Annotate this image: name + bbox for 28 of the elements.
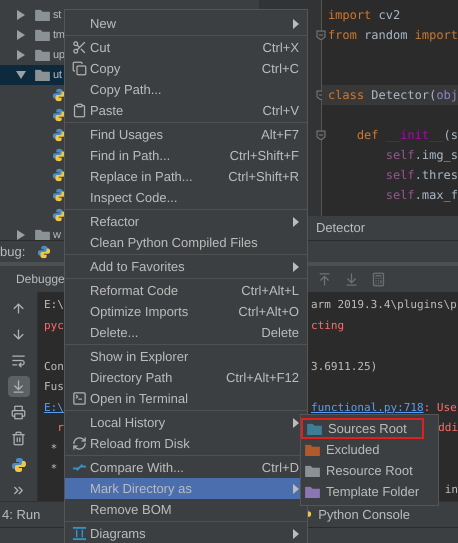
console-text: cting	[311, 318, 344, 334]
console-text: Fus	[44, 379, 64, 395]
folder-name: w	[53, 228, 61, 240]
folder-name: tm	[53, 28, 65, 43]
folder-name: st	[53, 8, 61, 23]
console-text: 3.6911.25)	[311, 358, 378, 374]
console-text: *	[50, 440, 58, 456]
console-text: arm 2019.3.4\plugins\p	[311, 297, 457, 313]
console-text: E:\	[44, 297, 64, 313]
code-line: import cv2	[326, 7, 402, 24]
submenu-label: Excluded	[326, 440, 380, 459]
console-text: *	[50, 461, 58, 477]
console-text: pyc	[44, 318, 64, 334]
code-line: def __init__(s	[356, 127, 458, 144]
code-line: self.max_f	[384, 187, 458, 204]
submenu-label: Sources Root	[328, 420, 407, 438]
console-text: Con	[44, 358, 64, 374]
submenu-label: Resource Root	[326, 462, 413, 480]
console-text: in	[444, 482, 458, 498]
code-line: from random import	[326, 27, 458, 44]
submenu-label: Template Folder	[326, 482, 420, 501]
console-text: : Use	[424, 400, 457, 416]
folder-name: ut	[53, 68, 62, 83]
console-text: r	[56, 420, 64, 436]
code-line: self.thres	[384, 167, 458, 184]
code-line: self.img_s	[384, 147, 458, 164]
panel-title: bug:	[0, 242, 26, 261]
console-text: ddi	[438, 420, 458, 436]
